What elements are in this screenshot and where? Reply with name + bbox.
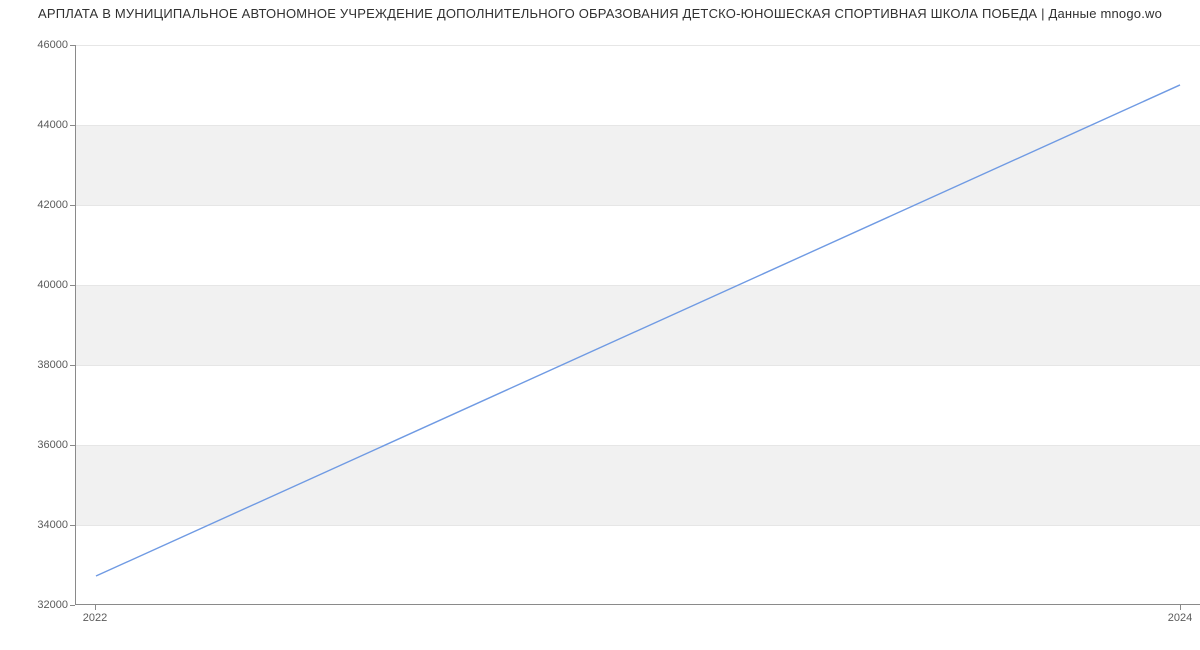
y-tick-label: 36000 (8, 439, 68, 451)
y-tick-label: 44000 (8, 119, 68, 131)
y-tick-mark (70, 605, 75, 606)
x-tick-mark (1180, 605, 1181, 610)
x-tick-mark (95, 605, 96, 610)
y-tick-label: 34000 (8, 519, 68, 531)
chart-title: АРПЛАТА В МУНИЦИПАЛЬНОЕ АВТОНОМНОЕ УЧРЕЖ… (0, 6, 1200, 21)
y-tick-label: 46000 (8, 39, 68, 51)
y-tick-label: 38000 (8, 359, 68, 371)
chart-container: АРПЛАТА В МУНИЦИПАЛЬНОЕ АВТОНОМНОЕ УЧРЕЖ… (0, 0, 1200, 650)
plot-area (75, 45, 1200, 605)
line-series (76, 45, 1200, 604)
y-tick-label: 40000 (8, 279, 68, 291)
x-tick-label: 2024 (1168, 612, 1192, 624)
y-tick-label: 42000 (8, 199, 68, 211)
y-tick-label: 32000 (8, 599, 68, 611)
x-tick-label: 2022 (83, 612, 107, 624)
